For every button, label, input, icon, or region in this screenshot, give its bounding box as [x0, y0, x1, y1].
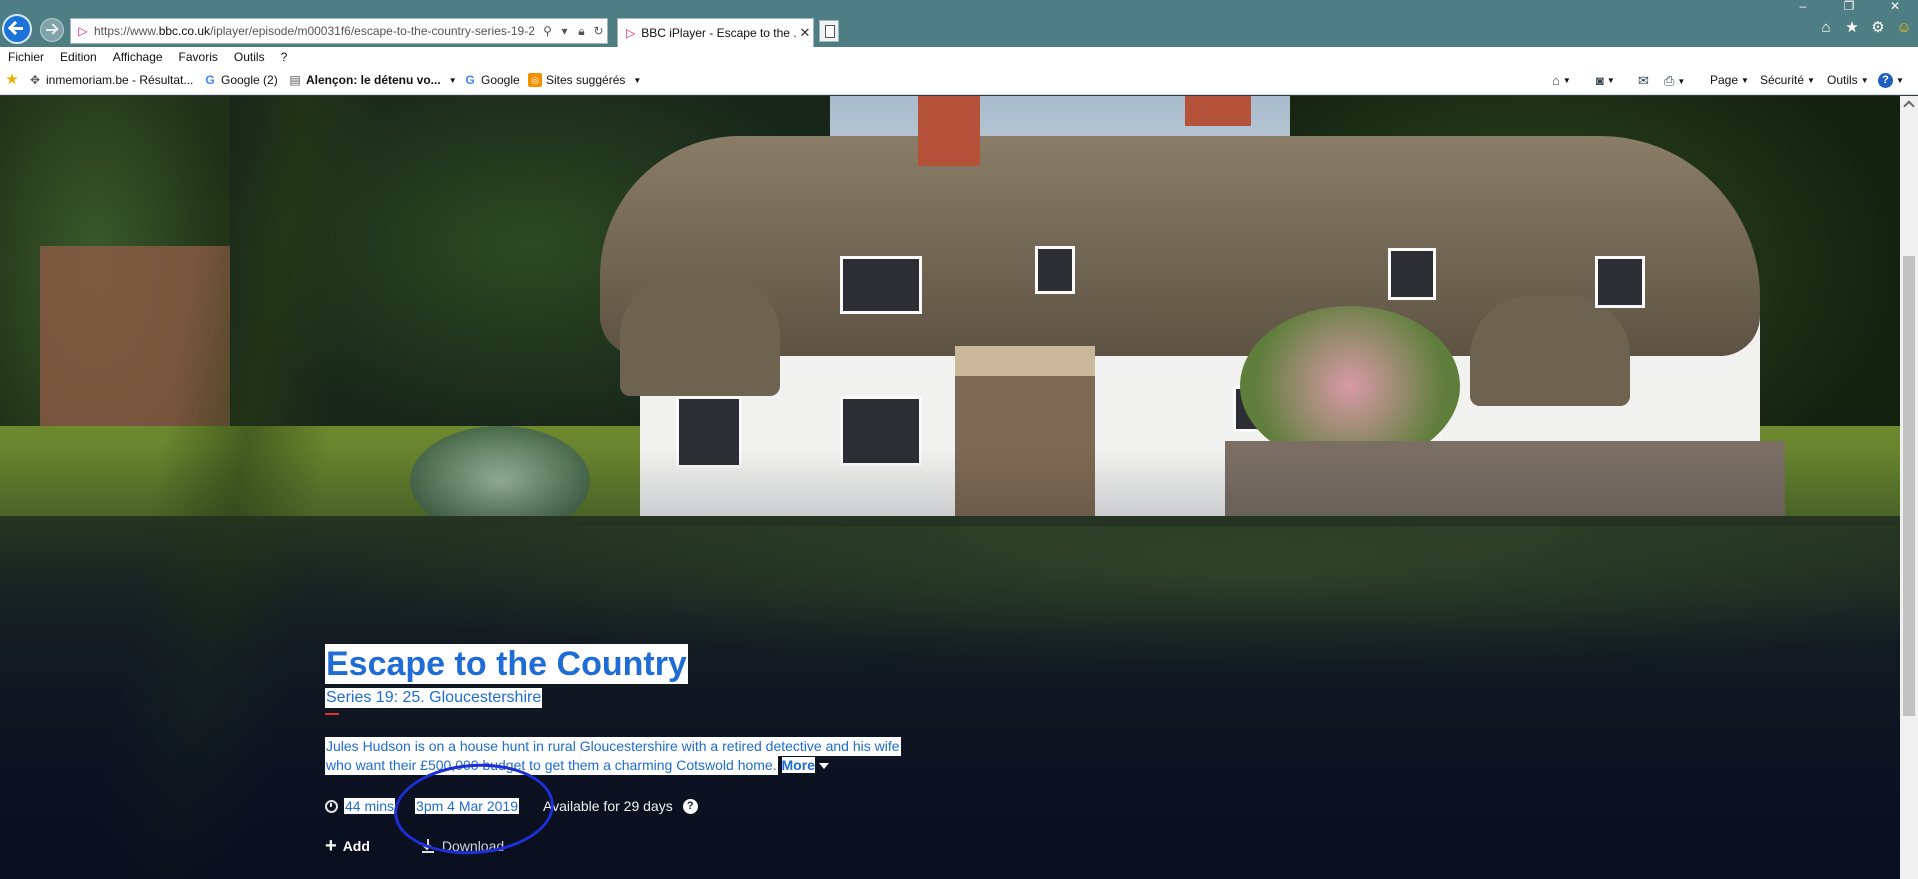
add-label: Add	[342, 838, 370, 854]
page-scrollbar[interactable]	[1900, 96, 1918, 879]
tab-bbc-iplayer[interactable]: ▷ BBC iPlayer - Escape to the ... ✕	[617, 18, 814, 47]
minimize-button[interactable]: –	[1780, 0, 1826, 14]
puzzle-icon: ✥	[29, 73, 41, 87]
forward-arrow-icon[interactable]	[40, 18, 64, 42]
description-line: who want their £500,000 budget to get th…	[325, 756, 778, 775]
divider	[325, 713, 339, 715]
chevron-down-icon: ▼	[1896, 76, 1904, 85]
rss-icon: ◙	[1596, 73, 1604, 88]
tab-title: BBC iPlayer - Escape to the ...	[641, 26, 797, 40]
close-window-button[interactable]: ✕	[1872, 0, 1918, 14]
favorite-item-google-2[interactable]: G Google (2)	[203, 73, 277, 87]
address-url[interactable]: https://www.bbc.co.uk/iplayer/episode/m0…	[94, 24, 539, 38]
favorite-item-alencon[interactable]: ▤ Alençon: le détenu vo... ▼	[288, 73, 457, 87]
menu-outils[interactable]: Outils	[226, 47, 273, 67]
google-icon: G	[465, 73, 475, 87]
help-icon: ?	[1878, 73, 1893, 88]
page-menu[interactable]: Page ▼	[1710, 73, 1749, 87]
close-tab-icon[interactable]: ✕	[797, 25, 813, 41]
menu-affichage[interactable]: Affichage	[105, 47, 171, 67]
menu-favoris[interactable]: Favoris	[171, 47, 226, 67]
chevron-down-icon[interactable]	[818, 763, 829, 770]
home-icon: ⌂	[1552, 73, 1560, 88]
feeds-button[interactable]: ◙ ▼	[1596, 73, 1615, 88]
star-icon[interactable]: ★	[1844, 19, 1860, 37]
restore-button[interactable]: ❐	[1826, 0, 1872, 14]
availability-text: Available for 29 days	[542, 798, 673, 814]
add-favorite-button[interactable]: ★	[5, 71, 19, 88]
favorite-item-sites-suggeres[interactable]: ◎ Sites suggérés ▼	[528, 73, 641, 87]
menu-fichier[interactable]: Fichier	[0, 47, 52, 67]
add-button[interactable]: + Add	[325, 835, 370, 857]
programme-title[interactable]: Escape to the Country	[325, 644, 688, 684]
plus-icon: +	[325, 835, 337, 857]
browser-tools: ⌂ ★ ⚙ ☺	[1818, 19, 1912, 37]
episode-description: Jules Hudson is on a house hunt in rural…	[325, 737, 925, 775]
browser-titlebar: ▷ https://www.bbc.co.uk/iplayer/episode/…	[0, 0, 1918, 47]
mail-icon: ✉	[1638, 73, 1649, 88]
scroll-up-arrow-icon[interactable]	[1903, 100, 1915, 112]
gear-icon[interactable]: ⚙	[1870, 19, 1886, 37]
hero-gradient-overlay	[0, 96, 1900, 879]
more-button[interactable]: More	[781, 757, 815, 773]
chevron-down-icon[interactable]: ▼	[1563, 76, 1571, 85]
hero-image-thatched-cottage	[0, 96, 1900, 879]
search-icon[interactable]: ⚲	[539, 24, 556, 38]
episode-duration: 44 mins	[344, 798, 396, 814]
favorites-bar: ★ ✥ inmemoriam.be - Résultat... G Google…	[0, 67, 1918, 95]
bbc-iplayer-favicon-icon: ▷	[78, 24, 88, 38]
help-icon[interactable]: ?	[682, 798, 698, 814]
back-arrow-icon[interactable]	[2, 14, 32, 44]
description-line: Jules Hudson is on a house hunt in rural…	[325, 737, 901, 756]
chevron-down-icon: ▼	[1741, 75, 1749, 85]
bbc-iplayer-favicon-icon: ▷	[626, 26, 636, 40]
printer-icon: ⎙	[1664, 73, 1675, 88]
clock-icon	[325, 799, 338, 813]
new-tab-button[interactable]	[819, 20, 839, 42]
chevron-down-icon: ▼	[1807, 75, 1815, 85]
read-mail-button[interactable]: ✉	[1638, 73, 1649, 89]
favorite-item-inmemoriam[interactable]: ✥ inmemoriam.be - Résultat...	[28, 73, 193, 87]
home-button[interactable]: ⌂ ▼	[1552, 73, 1571, 88]
dropdown-icon[interactable]: ▾	[556, 24, 573, 38]
chevron-down-icon[interactable]: ▼	[633, 76, 641, 85]
menu-bar: Fichier Edition Affichage Favoris Outils…	[0, 47, 1918, 67]
print-button[interactable]: ⎙ ▼	[1664, 73, 1685, 89]
security-menu[interactable]: Sécurité ▼	[1760, 73, 1815, 87]
tools-menu[interactable]: Outils ▼	[1827, 73, 1869, 87]
address-bar[interactable]: ▷ https://www.bbc.co.uk/iplayer/episode/…	[70, 18, 608, 44]
help-button[interactable]: ? ▼	[1878, 73, 1904, 88]
favorite-item-google[interactable]: G Google	[463, 73, 519, 87]
smiley-icon[interactable]: ☺	[1896, 19, 1912, 37]
episode-subtitle: Series 19: 25. Gloucestershire	[325, 688, 543, 708]
menu-help[interactable]: ?	[273, 47, 296, 67]
refresh-icon[interactable]: ↻	[590, 24, 607, 38]
page-icon: ▤	[289, 73, 301, 87]
google-icon: G	[205, 73, 215, 87]
chevron-down-icon: ▼	[1860, 75, 1869, 85]
scrollbar-thumb[interactable]	[1903, 256, 1915, 716]
home-icon[interactable]: ⌂	[1818, 19, 1834, 37]
chevron-down-icon[interactable]: ▼	[449, 76, 457, 85]
menu-edition[interactable]: Edition	[52, 47, 105, 67]
suggested-sites-icon: ◎	[528, 73, 542, 87]
lock-icon[interactable]: 🔒︎	[573, 24, 590, 39]
favorites-star-icon: ★	[5, 71, 19, 88]
chevron-down-icon[interactable]: ▼	[1677, 77, 1685, 86]
window-controls: – ❐ ✕	[1780, 0, 1918, 14]
chevron-down-icon[interactable]: ▼	[1607, 76, 1615, 85]
